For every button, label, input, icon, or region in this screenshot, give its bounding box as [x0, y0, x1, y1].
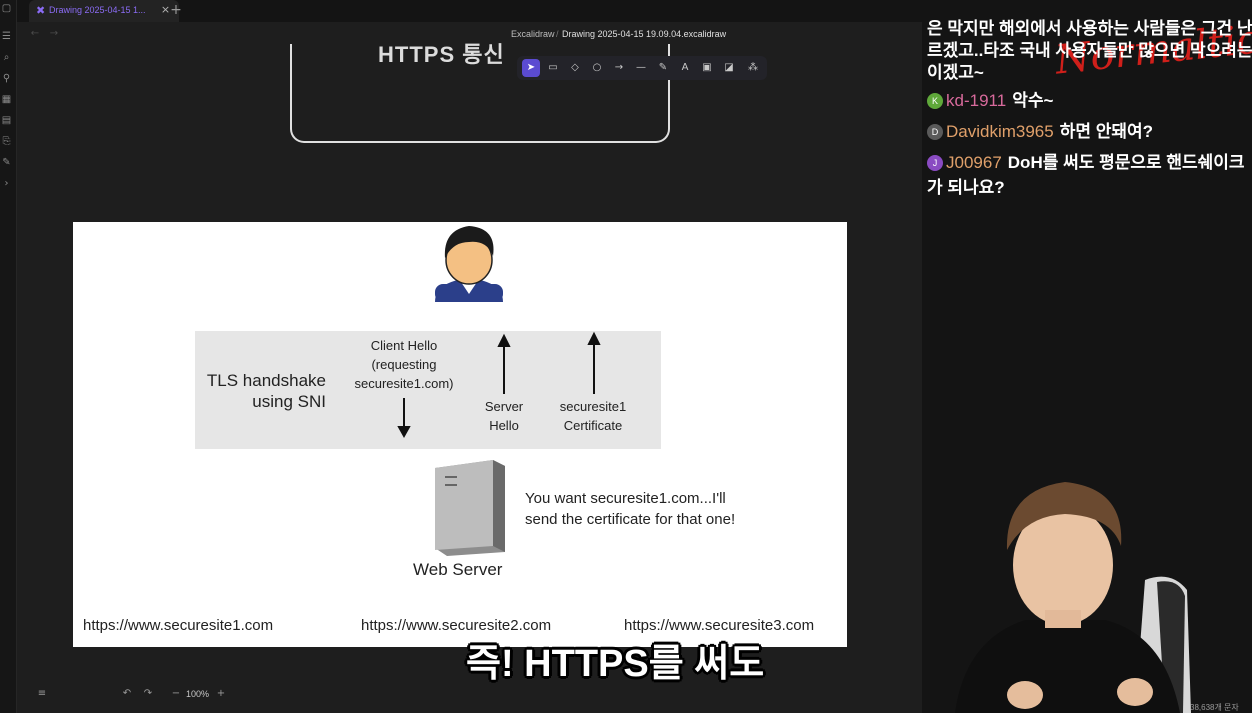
- server-speech-line1: You want securesite1.com...I'll: [525, 490, 726, 507]
- sidebar-toggle-icon[interactable]: ▢: [1, 3, 12, 14]
- graph-icon[interactable]: ⚲: [1, 73, 12, 84]
- chat-message: D Davidkim3965 하면 안돼여?: [927, 119, 1249, 144]
- tls-label-line1: TLS handshake: [206, 371, 326, 390]
- chat-avatar: K: [927, 93, 943, 109]
- more-tools-icon[interactable]: ⁂: [744, 59, 762, 77]
- arrows: [397, 331, 601, 556]
- sni-diagram-image[interactable]: TLS handshake using SNI Client Hello (re…: [73, 222, 847, 647]
- menu-icon[interactable]: ≡: [35, 687, 49, 701]
- excalidraw-tool-icon[interactable]: ✎: [1, 157, 12, 168]
- chat-username[interactable]: kd-1911: [946, 91, 1006, 110]
- server-speech: You want securesite1.com...I'll send the…: [525, 488, 735, 530]
- files-icon[interactable]: ☰: [1, 31, 12, 42]
- server-hello-line2: Hello: [489, 418, 519, 433]
- character-count: 38,638개 문자: [1190, 703, 1239, 712]
- client-hello-line3: securesite1.com): [354, 376, 454, 391]
- zoom-level[interactable]: 100%: [186, 689, 209, 699]
- new-tab-button[interactable]: +: [169, 2, 183, 18]
- chat-message: Kkd-1911 악수~: [927, 88, 1249, 113]
- chat-text: 하면 안돼여?: [1059, 122, 1154, 141]
- server-speech-line2: send the certificate for that one!: [525, 511, 736, 528]
- selection-icon[interactable]: ➤: [522, 59, 540, 77]
- chat-text: 악수~: [1012, 91, 1054, 110]
- excalidraw-toolbar: ➤ ▭ ◇ ○ → — ✎ A ▣ ◪ ⁂: [517, 56, 767, 80]
- pencil-icon[interactable]: ✎: [654, 59, 672, 77]
- arrow-icon[interactable]: →: [610, 59, 628, 77]
- webcam-overlay: [955, 482, 1191, 713]
- client-hello-label: Client Hello (requesting securesite1.com…: [348, 336, 460, 393]
- text-icon[interactable]: A: [676, 59, 694, 77]
- zoom-out-button[interactable]: −: [169, 687, 183, 701]
- canvas-icon[interactable]: ▦: [1, 94, 12, 105]
- url-site1: https://www.securesite1.com: [83, 617, 274, 634]
- server-hello-label: Server Hello: [473, 397, 535, 435]
- tab-drawing[interactable]: ✖ Drawing 2025-04-15 1... ×: [29, 0, 179, 22]
- breadcrumb-file[interactable]: Drawing 2025-04-15 19.09.04.excalidraw: [562, 29, 726, 39]
- client-hello-line1: Client Hello: [370, 338, 438, 353]
- undo-icon[interactable]: ↶: [120, 687, 134, 701]
- client-hello-line2: (requesting: [371, 357, 437, 372]
- breadcrumb-folder[interactable]: Excalidraw: [511, 29, 555, 39]
- certificate-line1: securesite1: [559, 399, 627, 414]
- excalidraw-icon: ✖: [36, 4, 46, 17]
- rectangle-icon[interactable]: ▭: [544, 59, 562, 77]
- canvas-frame-title[interactable]: HTTPS 통신: [378, 37, 505, 69]
- web-server-label: Web Server: [413, 560, 503, 579]
- image-icon[interactable]: ▣: [698, 59, 716, 77]
- eraser-icon[interactable]: ◪: [720, 59, 738, 77]
- server-hello-line1: Server: [484, 399, 524, 414]
- redo-icon[interactable]: ↷: [141, 687, 155, 701]
- tab-label: Drawing 2025-04-15 1...: [49, 5, 146, 15]
- breadcrumb-separator: /: [556, 29, 559, 39]
- certificate-label: securesite1 Certificate: [553, 397, 633, 435]
- back-arrow-icon[interactable]: ←: [28, 27, 42, 41]
- line-icon[interactable]: —: [632, 59, 650, 77]
- templates-icon[interactable]: ⎘: [1, 136, 12, 147]
- forward-arrow-icon[interactable]: →: [47, 27, 61, 41]
- search-icon[interactable]: ⌕: [1, 52, 12, 63]
- server-icon: [435, 460, 505, 556]
- chat-partial-line-3: 이겠고~: [927, 63, 984, 82]
- terminal-icon[interactable]: ›: [1, 178, 12, 189]
- chat-username[interactable]: Davidkim3965: [946, 122, 1054, 141]
- chat-avatar: J: [927, 155, 943, 171]
- ellipse-icon[interactable]: ○: [588, 59, 606, 77]
- calendar-icon[interactable]: ▤: [1, 115, 12, 126]
- chat-username[interactable]: J00967: [946, 153, 1002, 172]
- left-ribbon: ▢ ☰ ⌕ ⚲ ▦ ▤ ⎘ ✎ ›: [0, 0, 17, 713]
- tab-bar: ✖ Drawing 2025-04-15 1... × +: [17, 0, 922, 22]
- diamond-icon[interactable]: ◇: [566, 59, 584, 77]
- video-subtitle: 즉! HTTPS를 써도: [466, 643, 765, 685]
- tls-label-line2: using SNI: [252, 392, 326, 411]
- tls-label: TLS handshake using SNI: [206, 370, 326, 412]
- chat-message: J J00967 DoH를 써도 평문으로 핸드쉐이크가 되나요?: [927, 150, 1249, 200]
- certificate-line2: Certificate: [563, 418, 623, 433]
- zoom-in-button[interactable]: +: [214, 687, 228, 701]
- chat-avatar: D: [927, 124, 943, 140]
